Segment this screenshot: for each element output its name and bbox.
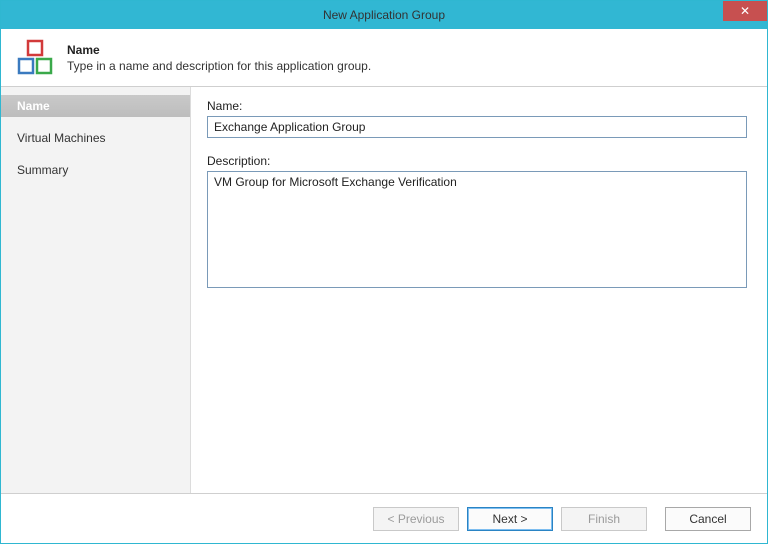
name-label: Name: bbox=[207, 99, 747, 113]
header-title: Name bbox=[67, 43, 371, 57]
description-label: Description: bbox=[207, 154, 747, 168]
sidebar-item-label: Virtual Machines bbox=[17, 131, 106, 145]
dialog-window: New Application Group ✕ Name Type in a n… bbox=[0, 0, 768, 544]
cancel-button[interactable]: Cancel bbox=[665, 507, 751, 531]
previous-button: < Previous bbox=[373, 507, 459, 531]
sidebar-item-label: Name bbox=[17, 99, 50, 113]
header-text: Name Type in a name and description for … bbox=[67, 43, 371, 73]
header-subtitle: Type in a name and description for this … bbox=[67, 59, 371, 73]
next-button[interactable]: Next > bbox=[467, 507, 553, 531]
wizard-sidebar: Name Virtual Machines Summary bbox=[1, 87, 191, 493]
sidebar-item-summary[interactable]: Summary bbox=[1, 159, 190, 181]
sidebar-item-name[interactable]: Name bbox=[1, 95, 190, 117]
sidebar-item-label: Summary bbox=[17, 163, 68, 177]
window-title: New Application Group bbox=[323, 8, 445, 22]
wizard-header: Name Type in a name and description for … bbox=[1, 29, 767, 87]
close-icon: ✕ bbox=[740, 5, 750, 17]
finish-button: Finish bbox=[561, 507, 647, 531]
sidebar-item-virtual-machines[interactable]: Virtual Machines bbox=[1, 127, 190, 149]
name-input[interactable] bbox=[207, 116, 747, 138]
wizard-footer: < Previous Next > Finish Cancel bbox=[1, 493, 767, 543]
titlebar: New Application Group ✕ bbox=[1, 1, 767, 29]
wizard-body: Name Virtual Machines Summary Name: Desc… bbox=[1, 87, 767, 493]
app-group-icon bbox=[15, 38, 55, 78]
description-input[interactable] bbox=[207, 171, 747, 288]
close-button[interactable]: ✕ bbox=[723, 1, 767, 21]
wizard-content: Name: Description: bbox=[191, 87, 767, 493]
